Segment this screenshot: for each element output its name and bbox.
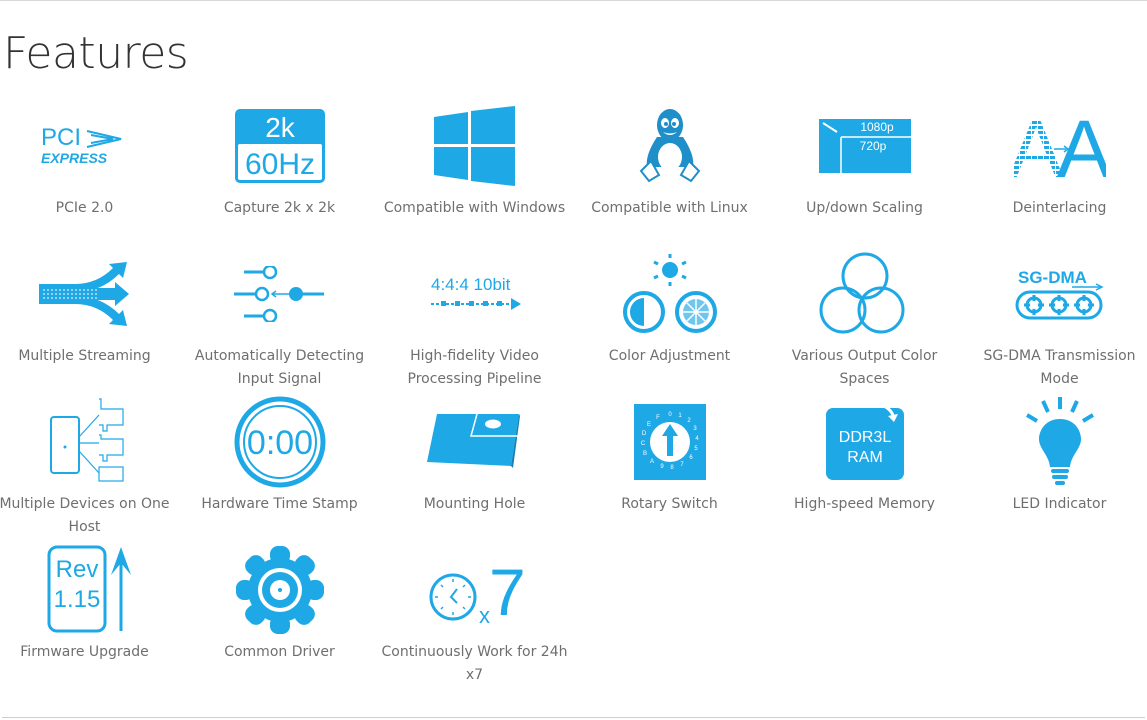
gear-icon [225, 546, 335, 634]
feature-auto-detect: Automatically Detecting Input Signal [182, 252, 377, 400]
feature-label: Hardware Time Stamp [201, 496, 358, 512]
dial-digit: A [649, 459, 653, 465]
scaling-icon: 1080p 720p [810, 104, 920, 188]
progressive-a: A [1056, 111, 1105, 181]
feature-label: Automatically Detecting Input Signal [194, 348, 365, 387]
feature-led: LED Indicator [962, 397, 1147, 548]
version-text: 1.15 [53, 586, 100, 613]
deinterlace-icon: A A [1005, 104, 1115, 188]
sg-dma-text: SG-DMA [1018, 268, 1087, 287]
pipeline-text: 4:4:4 10bit [431, 275, 511, 294]
memory-type-text: DDR3L [838, 429, 891, 446]
feature-label: Multiple Streaming [18, 348, 151, 364]
720p-text: 720p [859, 139, 886, 153]
1080p-text: 1080p [860, 120, 894, 134]
feature-multiple-devices: Multiple Devices on One Host [0, 398, 182, 548]
feature-label: Rotary Switch [621, 496, 718, 512]
led-bulb-icon [1005, 397, 1115, 485]
dial-digit: B [642, 451, 646, 457]
resolution-badge-icon: 2k 60Hz [225, 104, 335, 188]
bottom-divider [2, 717, 1145, 718]
memory-icon: DDR3L RAM [810, 400, 920, 484]
feature-label: Capture 2k x 2k [223, 200, 336, 216]
refresh-text: 60Hz [244, 148, 314, 181]
feature-timestamp: 0:00 Hardware Time Stamp [182, 396, 377, 548]
feature-label: LED Indicator [1012, 496, 1107, 512]
dial-digit: F [656, 415, 660, 421]
feature-multiple-streaming: Multiple Streaming [0, 252, 182, 400]
feature-label: Up/down Scaling [806, 200, 923, 216]
feature-rotary-switch: 0 1 2 3 4 5 6 7 8 9 A B C D E F Rotary S… [572, 400, 767, 548]
feature-label: Common Driver [224, 644, 335, 660]
pci-express-icon: PCI EXPRESS [30, 104, 140, 188]
linux-penguin-icon [615, 104, 725, 188]
resolution-text: 2k [265, 112, 296, 143]
feature-sg-dma: SG-DMA SG-DMA Transmission Mode [962, 252, 1147, 400]
feature-label: Color Adjustment [608, 348, 731, 364]
feature-24x7: x 7 Continuously Work for 24h x7 [377, 548, 572, 696]
pipeline-icon: 4:4:4 10bit [420, 252, 530, 336]
pci-text: PCI [41, 124, 81, 151]
feature-label: Deinterlacing [1012, 200, 1107, 216]
feature-scaling: 1080p 720p Up/down Scaling [767, 104, 962, 252]
dial-digit: E [646, 422, 650, 428]
feature-deinterlacing: A A Deinterlacing [962, 104, 1147, 252]
rotary-switch-icon: 0 1 2 3 4 5 6 7 8 9 A B C D E F [615, 400, 725, 484]
feature-capture-2k: 2k 60Hz Capture 2k x 2k [182, 104, 377, 252]
feature-firmware: Rev 1.15 Firmware Upgrade [0, 545, 182, 696]
timestamp-text: 0:00 [246, 424, 312, 462]
timestamp-icon: 0:00 [225, 396, 335, 488]
feature-label: High-fidelity Video Processing Pipeline [407, 348, 542, 387]
multi-device-icon [30, 398, 140, 484]
feature-mounting-hole: Mounting Hole [377, 400, 572, 548]
feature-color-spaces: Various Output Color Spaces [767, 252, 962, 400]
clock-24x7-icon: x 7 [420, 548, 530, 632]
seven-text: 7 [489, 555, 523, 625]
feature-common-driver: Common Driver [182, 546, 377, 696]
express-text: EXPRESS [41, 150, 108, 166]
rev-text: Rev [55, 556, 98, 583]
mounting-hole-icon [420, 400, 530, 484]
dial-digit: C [640, 441, 645, 447]
feature-label: Mounting Hole [423, 496, 526, 512]
dial-digit: D [641, 431, 646, 437]
page-title: Features [3, 28, 189, 79]
feature-label: Compatible with Windows [383, 200, 566, 216]
feature-label: SG-DMA Transmission Mode [983, 348, 1136, 387]
feature-label: Various Output Color Spaces [791, 348, 938, 387]
sg-dma-icon: SG-DMA [1005, 252, 1115, 336]
feature-label: Continuously Work for 24h x7 [381, 644, 568, 683]
feature-label: Compatible with Linux [591, 200, 748, 216]
color-adjust-icon [615, 252, 725, 336]
feature-label: PCIe 2.0 [55, 200, 114, 216]
firmware-icon: Rev 1.15 [30, 545, 140, 633]
feature-label: Multiple Devices on One Host [0, 496, 170, 535]
feature-memory: DDR3L RAM High-speed Memory [767, 400, 962, 548]
feature-pcie: PCI EXPRESS PCIe 2.0 [0, 104, 182, 252]
feature-label: High-speed Memory [794, 496, 935, 512]
signal-detect-icon [225, 252, 335, 336]
feature-linux: Compatible with Linux [572, 104, 767, 252]
feature-label: Firmware Upgrade [20, 644, 149, 660]
windows-logo-icon [420, 104, 530, 188]
color-spaces-icon [810, 252, 920, 336]
feature-windows: Compatible with Windows [377, 104, 572, 252]
multi-stream-icon [30, 252, 140, 336]
top-divider [0, 0, 1147, 1]
feature-color-adjustment: Color Adjustment [572, 252, 767, 400]
memory-ram-text: RAM [847, 449, 883, 466]
feature-pipeline: 4:4:4 10bit High-fidelity Video Processi… [377, 252, 572, 400]
